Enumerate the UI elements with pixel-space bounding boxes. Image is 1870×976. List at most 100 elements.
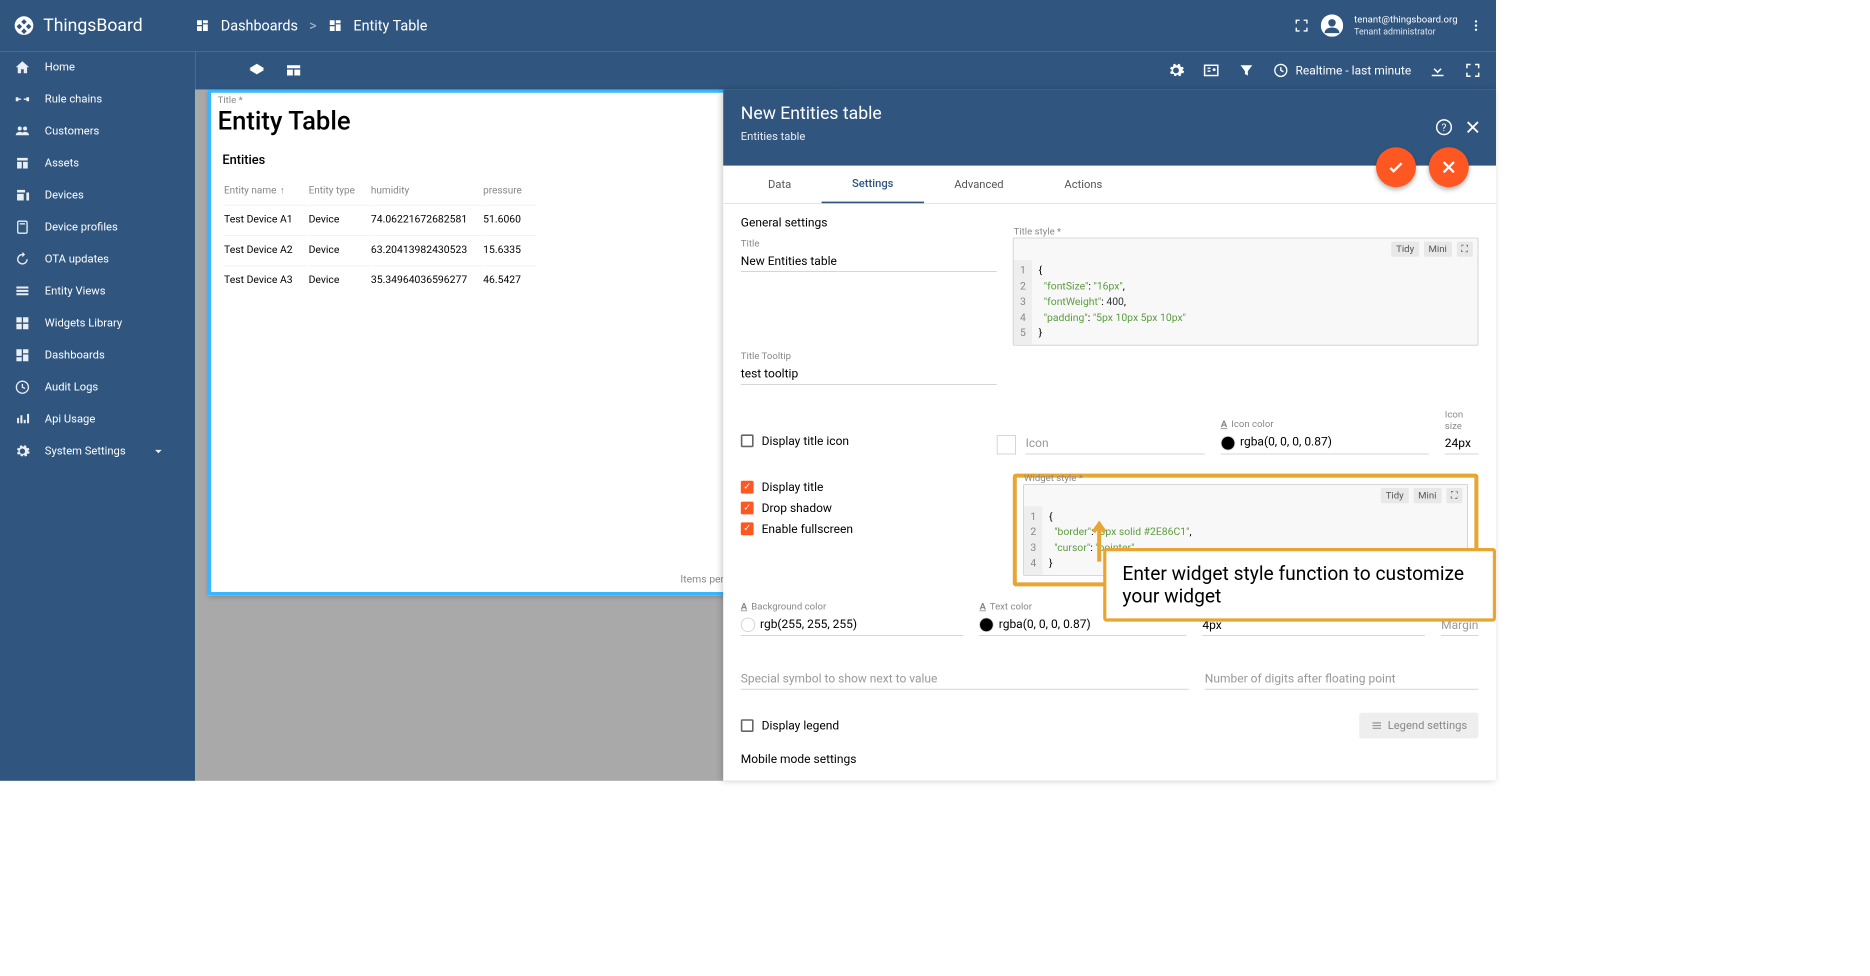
table-row[interactable]: Test Device A1Device74.0622167268258151.… — [224, 205, 536, 234]
fullscreen-icon[interactable]: ⛶ — [1446, 488, 1462, 503]
tab-actions[interactable]: Actions — [1034, 166, 1133, 204]
svg-text:?: ? — [1442, 121, 1447, 134]
tab-data[interactable]: Data — [738, 166, 822, 204]
cancel-button[interactable] — [1429, 147, 1469, 187]
close-icon[interactable] — [1464, 118, 1482, 136]
sidebar-item-api[interactable]: Api Usage — [0, 403, 195, 435]
special-symbol-field[interactable]: Special symbol to show next to value — [741, 668, 1189, 690]
widget-settings-panel: New Entities table Entities table ? Data… — [723, 90, 1496, 781]
tooltip-field[interactable]: Title Tooltip test tooltip — [741, 350, 997, 384]
breadcrumb: Dashboards > Entity Table — [195, 17, 427, 34]
chart-icon — [14, 411, 30, 427]
title-style-editor[interactable]: Title style * TidyMini⛶ 12345 { "fontSiz… — [1013, 238, 1479, 346]
sidebar-item-rule-chains[interactable]: Rule chains — [0, 83, 195, 115]
user-avatar-icon[interactable] — [1321, 14, 1343, 36]
profile-icon — [14, 219, 30, 235]
format-color-icon — [1221, 419, 1229, 430]
sidebar-item-devices[interactable]: Devices — [0, 179, 195, 211]
tidy-button[interactable]: Tidy — [1381, 488, 1409, 503]
display-title-icon-checkbox[interactable]: Display title icon — [741, 433, 981, 447]
color-swatch — [980, 617, 994, 631]
tab-advanced[interactable]: Advanced — [924, 166, 1034, 204]
layers-icon[interactable] — [248, 62, 266, 80]
enable-fullscreen-checkbox[interactable]: Enable fullscreen — [741, 521, 997, 535]
mobile-section: Mobile mode settings — [741, 752, 1479, 766]
mini-button[interactable]: Mini — [1413, 488, 1441, 503]
close-icon — [1440, 158, 1458, 176]
bg-color-field[interactable]: Background color rgb(255, 255, 255) — [741, 600, 964, 635]
breadcrumb-item[interactable]: Entity Table — [353, 17, 427, 34]
column-header[interactable]: Entity type — [309, 178, 370, 203]
tidy-button[interactable]: Tidy — [1391, 242, 1419, 257]
sidebar-item-entity-views[interactable]: Entity Views — [0, 275, 195, 307]
sidebar-item-home[interactable]: Home — [0, 51, 195, 83]
fullscreen-icon[interactable]: ⛶ — [1456, 242, 1472, 257]
checkbox-icon — [741, 501, 754, 514]
callout-box: Enter widget style function to customize… — [1103, 548, 1496, 622]
sidebar-item-label: Assets — [45, 157, 79, 170]
sidebar-item-label: Dashboards — [45, 349, 105, 362]
filter-icon[interactable] — [1238, 62, 1256, 80]
sidebar-item-label: OTA updates — [45, 253, 109, 266]
audit-icon — [14, 379, 30, 395]
mini-button[interactable]: Mini — [1424, 242, 1452, 257]
help-icon[interactable]: ? — [1435, 118, 1453, 136]
apply-button[interactable] — [1376, 147, 1416, 187]
more-vert-icon[interactable] — [1469, 18, 1483, 32]
logo-area[interactable]: ThingsBoard — [13, 14, 195, 36]
user-role: Tenant administrator — [1354, 26, 1457, 37]
icon-preview — [997, 435, 1016, 454]
icon-size-field[interactable]: Icon size 24px — [1445, 408, 1479, 454]
dashboard-icon — [14, 347, 30, 363]
column-header[interactable]: Entity name↑ — [224, 178, 307, 203]
checkbox-icon — [741, 522, 754, 535]
chevron-down-icon — [150, 443, 166, 459]
column-header[interactable]: humidity — [371, 178, 482, 203]
sidebar-item-widgets[interactable]: Widgets Library — [0, 307, 195, 339]
sidebar-item-audit[interactable]: Audit Logs — [0, 371, 195, 403]
breadcrumb-item[interactable]: Dashboards — [221, 17, 298, 34]
sidebar-item-settings[interactable]: System Settings — [0, 435, 195, 467]
sidebar-item-label: Widgets Library — [45, 317, 122, 330]
format-color-icon — [741, 600, 749, 611]
list-icon — [1370, 719, 1383, 732]
dashboard-icon — [195, 18, 209, 32]
drop-shadow-checkbox[interactable]: Drop shadow — [741, 500, 997, 514]
gear-icon — [14, 443, 30, 459]
time-selector[interactable]: Realtime - last minute — [1273, 62, 1411, 78]
display-legend-checkbox[interactable]: Display legend — [741, 718, 1343, 732]
sidebar-item-device-profiles[interactable]: Device profiles — [0, 211, 195, 243]
column-header[interactable]: pressure — [483, 178, 536, 203]
sidebar-item-label: Home — [45, 61, 75, 74]
checkbox-icon — [741, 480, 754, 493]
devices-icon — [14, 187, 30, 203]
icon-field[interactable]: Icon — [997, 432, 1205, 454]
sidebar-item-assets[interactable]: Assets — [0, 147, 195, 179]
sidebar: Home Rule chains Customers Assets Device… — [0, 51, 195, 781]
table-row[interactable]: Test Device A3Device35.3496403659627746.… — [224, 266, 536, 295]
home-icon — [14, 59, 30, 75]
order-field[interactable]: Order — [981, 780, 1333, 781]
user-info[interactable]: tenant@thingsboard.org Tenant administra… — [1354, 14, 1457, 38]
sort-up-icon: ↑ — [280, 185, 285, 197]
update-icon — [14, 251, 30, 267]
sidebar-item-dashboards[interactable]: Dashboards — [0, 339, 195, 371]
fullscreen-icon[interactable] — [1464, 62, 1482, 80]
gear-icon[interactable] — [1167, 62, 1185, 80]
app-header: ThingsBoard Dashboards > Entity Table te… — [0, 0, 1496, 51]
clock-icon — [1273, 62, 1289, 78]
tab-settings[interactable]: Settings — [822, 166, 924, 204]
grid-icon[interactable] — [285, 62, 303, 80]
fullscreen-icon[interactable] — [1293, 18, 1309, 34]
digits-field[interactable]: Number of digits after floating point — [1205, 668, 1479, 690]
sidebar-item-ota[interactable]: OTA updates — [0, 243, 195, 275]
sidebar-item-customers[interactable]: Customers — [0, 115, 195, 147]
table-row[interactable]: Test Device A2Device63.2041398243052315.… — [224, 235, 536, 264]
title-field[interactable]: Title New Entities table — [741, 238, 997, 346]
legend-settings-button[interactable]: Legend settings — [1359, 712, 1479, 738]
height-field[interactable]: Height — [1349, 780, 1479, 781]
download-icon[interactable] — [1429, 62, 1447, 80]
entity-icon[interactable] — [1203, 62, 1221, 80]
display-title-checkbox[interactable]: Display title — [741, 480, 997, 494]
icon-color-field[interactable]: Icon color rgba(0, 0, 0, 0.87) — [1221, 419, 1429, 454]
